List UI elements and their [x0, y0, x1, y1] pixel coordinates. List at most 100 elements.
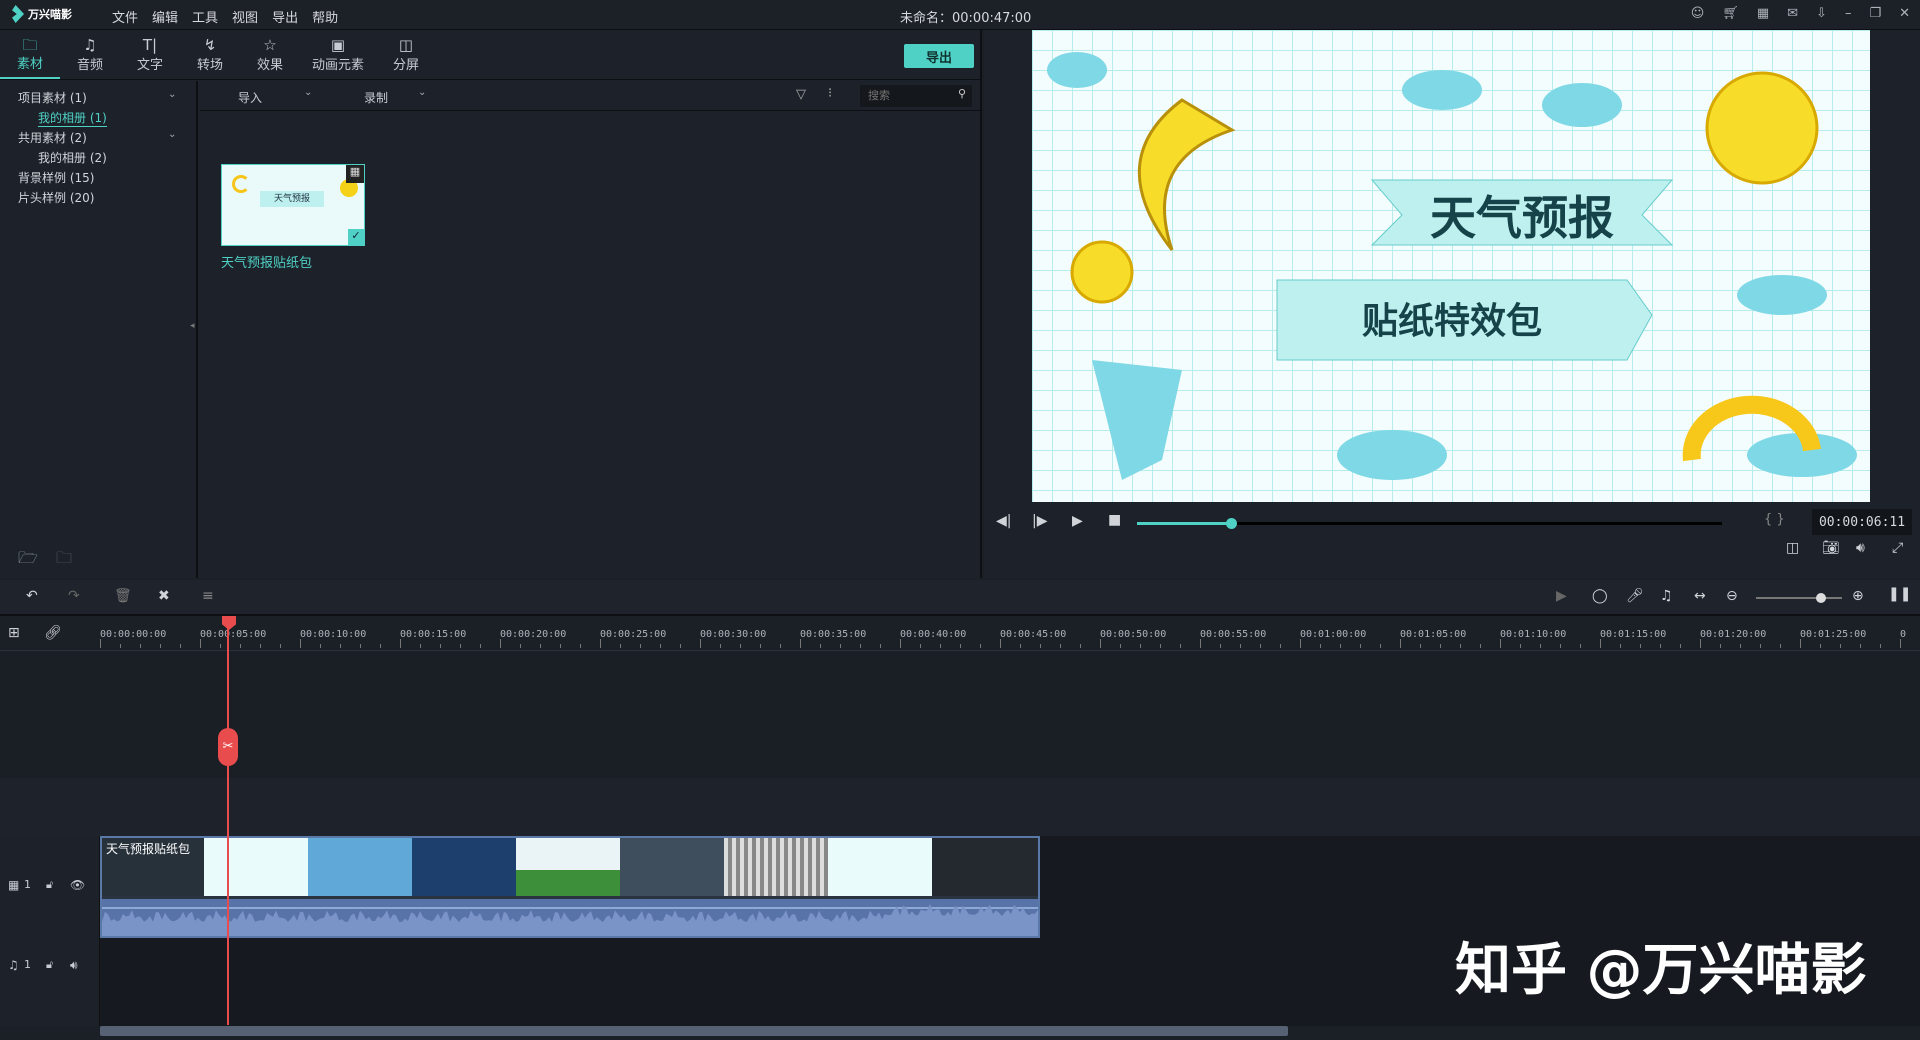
- minimize-icon[interactable]: –: [1845, 6, 1852, 21]
- stop-icon[interactable]: ■: [1108, 512, 1121, 528]
- video-track-header: ▦ 1 🔓︎ 👁︎: [0, 836, 100, 938]
- user-icon[interactable]: ☺: [1691, 6, 1705, 21]
- adjust-icon[interactable]: ≡: [202, 588, 214, 604]
- tab-audio[interactable]: ♫ 音频: [60, 30, 120, 79]
- ruler-tick: [1680, 644, 1681, 648]
- mark-in-out[interactable]: { }: [1764, 512, 1785, 527]
- ruler-tick: [860, 644, 861, 648]
- chevron-down-icon[interactable]: ⌄: [418, 87, 426, 98]
- download-icon[interactable]: ⇩: [1816, 6, 1827, 21]
- restore-icon[interactable]: ❐: [1869, 6, 1881, 21]
- zoom-knob[interactable]: [1815, 593, 1826, 603]
- clip-frame: [620, 838, 724, 896]
- ruler-tick: [380, 644, 381, 648]
- menu-edit[interactable]: 编辑: [152, 7, 178, 26]
- tab-transition[interactable]: ↯ 转场: [180, 30, 240, 79]
- timeline-scrollbar[interactable]: [100, 1026, 1288, 1036]
- microphone-icon[interactable]: 🎤︎: [1626, 588, 1644, 604]
- filter-icon[interactable]: ▽: [796, 87, 806, 102]
- snapshot-icon[interactable]: 📷︎: [1822, 540, 1840, 556]
- menu-file[interactable]: 文件: [112, 7, 138, 26]
- ruler-tick: [1320, 644, 1321, 648]
- tab-effects[interactable]: ☆ 效果: [240, 30, 300, 79]
- zoom-out-icon[interactable]: ⊖: [1726, 588, 1738, 604]
- ruler-tick: [680, 644, 681, 648]
- close-icon[interactable]: ✕: [1899, 6, 1910, 21]
- media-thumbnail[interactable]: 天气预报 ▦ ✓: [221, 164, 365, 246]
- zoom-in-icon[interactable]: ⊕: [1852, 588, 1864, 604]
- previous-frame-icon[interactable]: ◀|: [996, 513, 1011, 529]
- ruler-label: 00:01:00:00: [1300, 629, 1367, 640]
- sidebar-item-my-album-2[interactable]: 我的相册 (2): [38, 149, 107, 166]
- marker-icon[interactable]: ◯: [1592, 588, 1608, 604]
- chevron-down-icon[interactable]: ⌄: [304, 87, 312, 98]
- lock-icon[interactable]: 🔓︎: [46, 878, 53, 892]
- cloud-sticker: [1402, 70, 1482, 110]
- tab-media[interactable]: 🗀︎ 素材: [0, 30, 60, 79]
- next-frame-icon[interactable]: |▶: [1032, 513, 1047, 529]
- menu-help[interactable]: 帮助: [312, 7, 338, 26]
- delete-folder-icon[interactable]: 🗀︎: [56, 547, 72, 574]
- sidebar-item-shared-media[interactable]: 共用素材 (2): [18, 129, 87, 146]
- app-logo: 万兴喵影: [12, 5, 72, 23]
- cart-icon[interactable]: 🛒︎: [1722, 6, 1739, 21]
- export-button[interactable]: 导出: [904, 44, 974, 68]
- sidebar-item-intros[interactable]: 片头样例 (20): [18, 189, 94, 206]
- volume-icon[interactable]: 🔊︎: [70, 958, 78, 973]
- ruler-tick: [540, 644, 541, 648]
- ruler-tick: [980, 644, 981, 648]
- mail-icon[interactable]: ✉: [1787, 6, 1798, 21]
- display-settings-icon[interactable]: ◫: [1786, 540, 1799, 556]
- link-icon[interactable]: 🔗︎: [44, 625, 62, 641]
- volume-icon[interactable]: 🔊︎: [1856, 540, 1865, 556]
- fit-icon[interactable]: ↔: [1694, 588, 1706, 604]
- search-input[interactable]: [860, 85, 972, 107]
- ruler-label: 00:00:20:00: [500, 629, 567, 640]
- undo-icon[interactable]: ↶: [26, 588, 38, 604]
- save-icon[interactable]: ▦: [1757, 6, 1769, 21]
- add-track-icon[interactable]: ⊞: [8, 625, 20, 641]
- audio-mixer-icon[interactable]: ♫: [1660, 588, 1673, 604]
- tab-text[interactable]: T| 文字: [120, 30, 180, 79]
- delete-icon[interactable]: 🗑︎: [114, 588, 132, 604]
- collapse-handle[interactable]: ◂: [190, 321, 195, 331]
- play-icon[interactable]: ▶: [1072, 513, 1083, 529]
- split-scissors-icon[interactable]: ✂: [218, 728, 238, 766]
- eye-icon[interactable]: 👁︎: [70, 878, 85, 892]
- sidebar-item-backgrounds[interactable]: 背景样例 (15): [18, 169, 94, 186]
- new-folder-icon[interactable]: 🗁︎: [18, 547, 38, 574]
- tab-elements[interactable]: ▣ 动画元素: [300, 30, 376, 79]
- timeline-ruler[interactable]: ⊞ 🔗︎ 00:00:00:00 00:00:05:00 00:00:10:00 00…: [0, 617, 1920, 651]
- menu-export[interactable]: 导出: [272, 7, 298, 26]
- panel-toggle-icon[interactable]: ❚❚: [1888, 586, 1911, 602]
- sidebar-item-project-media[interactable]: 项目素材 (1): [18, 89, 87, 106]
- cut-icon[interactable]: ✖: [158, 588, 170, 604]
- moon-sticker: [1138, 98, 1236, 251]
- menu-tools[interactable]: 工具: [192, 7, 218, 26]
- ruler-tick: [400, 639, 401, 648]
- ruler-tick: [940, 644, 941, 648]
- menu-view[interactable]: 视图: [232, 7, 258, 26]
- tab-bar: 🗀︎ 素材 ♫ 音频 T| 文字 ↯ 转场 ☆ 效果 ▣ 动画元素 ◫ 分屏: [0, 30, 982, 80]
- playhead[interactable]: [227, 620, 229, 1025]
- cloud-sticker: [1047, 52, 1107, 88]
- video-clip[interactable]: 天气预报贴纸包: [100, 836, 1040, 938]
- import-dropdown[interactable]: 导入: [238, 89, 262, 106]
- render-icon[interactable]: ▶: [1556, 588, 1567, 604]
- chevron-down-icon[interactable]: ⌄: [168, 129, 176, 140]
- record-dropdown[interactable]: 录制: [364, 89, 388, 106]
- chevron-down-icon[interactable]: ⌄: [168, 89, 176, 100]
- tab-split-screen[interactable]: ◫ 分屏: [376, 30, 436, 79]
- zoom-slider[interactable]: [1756, 597, 1842, 599]
- playback-knob[interactable]: [1225, 518, 1237, 529]
- ruler-tick: [700, 639, 701, 648]
- grid-view-icon[interactable]: ⁝: [828, 86, 832, 101]
- watermark: 知乎 @万兴喵影: [1455, 938, 1867, 1003]
- clip-frame: [724, 838, 828, 896]
- ruler-tick: [1360, 644, 1361, 648]
- lock-icon[interactable]: 🔓︎: [46, 958, 53, 972]
- fullscreen-icon[interactable]: ⤢: [1892, 540, 1903, 556]
- sidebar-item-my-album-1[interactable]: 我的相册 (1): [38, 109, 107, 127]
- redo-icon[interactable]: ↷: [68, 588, 80, 604]
- video-track-number: 1: [24, 878, 31, 891]
